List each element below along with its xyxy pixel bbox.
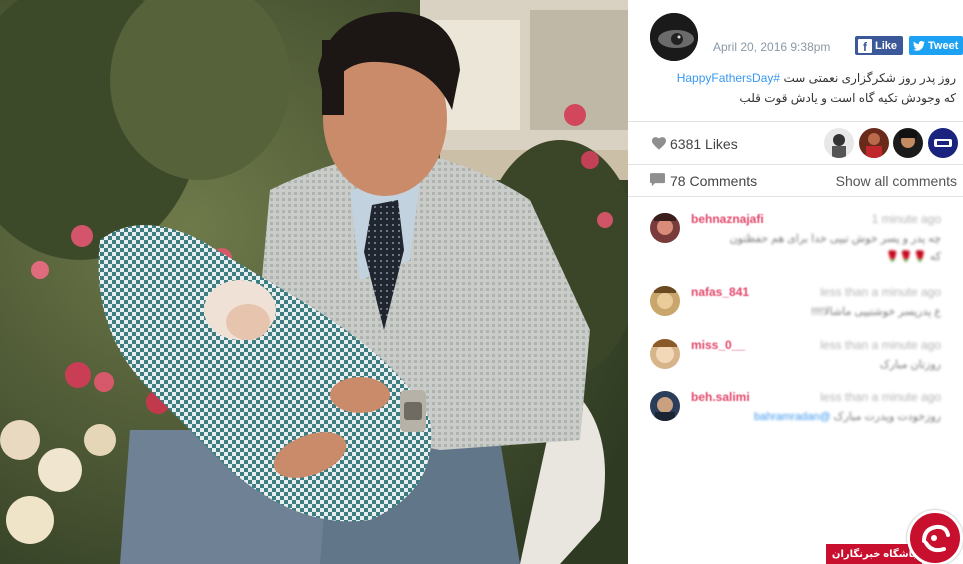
comment-username[interactable]: behnaznajafi: [691, 212, 764, 226]
facebook-like-button[interactable]: f Like: [855, 36, 903, 55]
liker-avatar-image: [859, 128, 889, 158]
comment-item: beh.salimi less than a minute ago روزخود…: [628, 386, 963, 438]
facebook-icon: f: [858, 38, 872, 53]
comment-item: behnaznajafi 1 minute ago چه پدر و پسر خ…: [628, 208, 963, 263]
commenter-avatar[interactable]: [650, 286, 680, 316]
commenter-avatar[interactable]: [650, 339, 680, 369]
post-caption: روز پدر روز شکرگزاری نعمتی ست #HappyFath…: [636, 68, 956, 108]
facebook-like-label: Like: [875, 39, 898, 52]
likes-count[interactable]: 6381 Likes: [670, 136, 738, 152]
comment-text: روزخودت وپدرت مبارک @bahramradan: [691, 408, 941, 426]
speech-bubble-icon: [650, 173, 665, 187]
comment-text: چه پدر و پسر خوش تیپی خدا برای هم حفظتون…: [691, 230, 941, 266]
post-photo[interactable]: [0, 0, 628, 564]
post-date: April 20, 2016 9:38pm: [713, 40, 831, 54]
liker-avatar[interactable]: [928, 128, 958, 158]
rose-emoji-icon: 🌹🌹🌹: [885, 251, 927, 263]
commenter-avatar-image: [650, 286, 680, 316]
tweet-button[interactable]: Tweet: [909, 36, 963, 55]
avatar-eye-image: [650, 13, 698, 61]
author-avatar[interactable]: [650, 13, 698, 61]
show-all-comments-link[interactable]: Show all comments: [836, 173, 957, 189]
comment-text: روزتان مبارک: [691, 356, 941, 374]
watermark-logo-glyph: [922, 524, 950, 553]
divider: [628, 196, 963, 197]
commenter-avatar-image: [650, 213, 680, 243]
liker-avatar-image: [928, 128, 958, 158]
likes-row: 6381 Likes: [628, 122, 963, 164]
heart-icon[interactable]: [652, 137, 666, 150]
comment-text-line: ع پدرپسر خوشتیپی ماشالا!!!!: [811, 306, 941, 318]
liker-avatar[interactable]: [824, 128, 854, 158]
comment-text-line: که: [929, 251, 941, 263]
liker-avatar[interactable]: [859, 128, 889, 158]
comment-username[interactable]: miss_0__: [691, 338, 745, 352]
liker-avatar-image: [824, 128, 854, 158]
comment-text-line: چه پدر و پسر خوش تیپی خدا برای هم حفظتون: [729, 233, 941, 245]
comment-mention[interactable]: @bahramradan: [754, 411, 831, 423]
commenter-avatar-image: [650, 339, 680, 369]
comment-text-line: روزخودت وپدرت مبارک: [833, 411, 941, 423]
comment-item: nafas_841 less than a minute ago ع پدرپس…: [628, 281, 963, 333]
watermark-logo-icon: [907, 510, 963, 564]
comment-time: less than a minute ago: [820, 338, 941, 352]
post-header: April 20, 2016 9:38pm f Like Tweet: [628, 0, 963, 66]
commenter-avatar[interactable]: [650, 391, 680, 421]
twitter-bird-icon: [913, 40, 925, 51]
comment-username[interactable]: nafas_841: [691, 285, 749, 299]
comment-time: less than a minute ago: [820, 285, 941, 299]
liker-avatar[interactable]: [893, 128, 923, 158]
comment-time: less than a minute ago: [820, 390, 941, 404]
comment-item: miss_0__ less than a minute ago روزتان م…: [628, 334, 963, 386]
comment-username[interactable]: beh.salimi: [691, 390, 750, 404]
caption-line2: که وجودش تکیه گاه است و یادش قوت قلب: [739, 91, 956, 105]
post-details-panel: April 20, 2016 9:38pm f Like Tweet روز پ…: [628, 0, 963, 564]
comment-text: ع پدرپسر خوشتیپی ماشالا!!!!: [691, 303, 941, 321]
tweet-label: Tweet: [928, 39, 959, 52]
commenter-avatar[interactable]: [650, 213, 680, 243]
comments-count: 78 Comments: [670, 173, 758, 189]
caption-hashtag[interactable]: #HappyFathersDay: [677, 71, 780, 85]
comment-text-line: روزتان مبارک: [879, 359, 941, 371]
commenter-avatar-image: [650, 391, 680, 421]
comment-time: 1 minute ago: [871, 212, 941, 226]
photo-father-holding-baby: [0, 0, 628, 564]
caption-line1: روز پدر روز شکرگزاری نعمتی ست: [783, 71, 956, 85]
watermark-text: باشگاه خبرنگاران: [831, 548, 917, 560]
comments-bar: 78 Comments Show all comments: [628, 165, 963, 197]
liker-avatar-image: [893, 128, 923, 158]
